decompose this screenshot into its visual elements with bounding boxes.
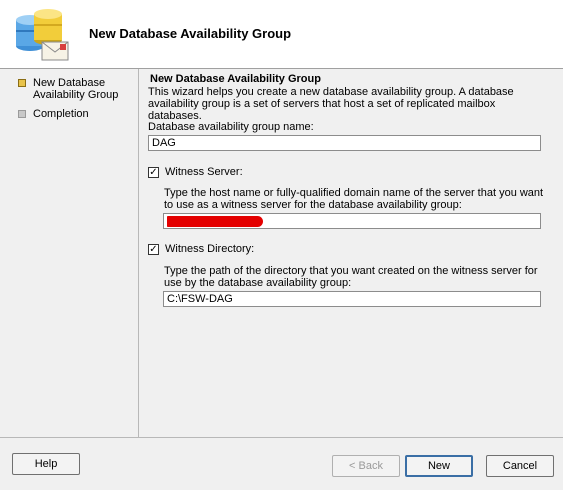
back-button[interactable]: < Back [332,455,400,477]
witness-server-checkbox[interactable]: ✓ [148,166,159,178]
redaction-mark [167,216,263,227]
footer-divider [0,437,563,438]
witness-server-input[interactable] [163,213,541,229]
witness-directory-hint: Type the path of the directory that you … [164,265,538,289]
new-button[interactable]: New [405,455,473,477]
step-label: New Database Availability Group [33,77,119,101]
step-new-dag[interactable]: New Database Availability Group [18,77,119,101]
witness-directory-label: Witness Directory: [165,243,255,255]
witness-server-label: Witness Server: [165,166,243,178]
database-mail-icon [16,9,69,61]
wizard-steps: New Database Availability Group Completi… [0,69,140,437]
wizard-title: New Database Availability Group [89,26,292,41]
cancel-button[interactable]: Cancel [486,455,554,477]
steps-divider [138,69,139,437]
step-pending-icon [18,110,26,118]
section-description: This wizard helps you create a new datab… [148,86,514,122]
section-title: New Database Availability Group [150,73,321,85]
witness-server-row: ✓ Witness Server: [148,166,243,178]
step-completion[interactable]: Completion [18,108,119,120]
help-button[interactable]: Help [12,453,80,475]
dag-name-label: Database availability group name: [148,121,314,133]
witness-directory-input[interactable]: C:\FSW-DAG [163,291,541,307]
dag-name-input[interactable]: DAG [148,135,541,151]
witness-directory-checkbox[interactable]: ✓ [148,243,159,255]
step-current-icon [18,79,26,87]
witness-server-hint: Type the host name or fully-qualified do… [164,187,544,211]
step-label: Completion [33,108,89,120]
witness-directory-row: ✓ Witness Directory: [148,243,254,255]
wizard-header: New Database Availability Group [0,0,563,69]
